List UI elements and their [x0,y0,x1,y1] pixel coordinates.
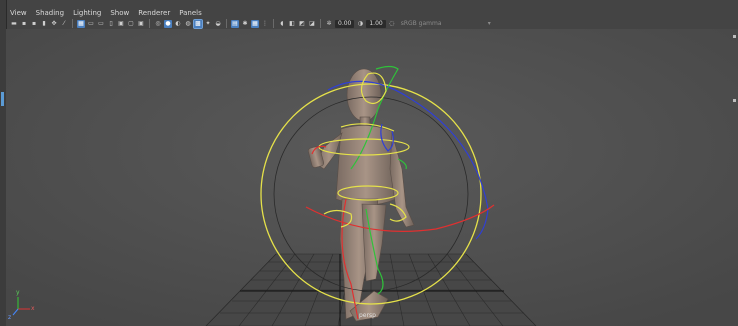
depth-of-field-icon[interactable]: ⋮ [261,20,269,28]
wireframe-on-shaded-icon[interactable]: ◍ [184,20,192,28]
panel-toolbar: ▬ ▪ ▪ ▮ ✥ ⁄ ▦ ▭ ▭ ▯ ▣ ▢ ▣ ◎ ● ◐ ◍ ▩ ✦ ◒ … [6,18,738,29]
exposure-icon[interactable]: ✲ [325,20,333,28]
default-material-icon[interactable]: ◐ [174,20,182,28]
field-chart-icon[interactable]: ▣ [117,20,125,28]
gamma-field[interactable]: 1.00 [366,19,386,28]
toolbar-separator [226,19,227,28]
camera-attributes-icon[interactable]: ▪ [20,20,28,28]
use-all-lights-icon[interactable]: ✦ [204,20,212,28]
gamma-icon[interactable]: ◑ [356,20,364,28]
resolution-gate-icon[interactable]: ▭ [97,20,105,28]
bookmark-icon[interactable]: ▮ [40,20,48,28]
axis-x-label: x [31,305,35,312]
camera-name-label: persp [359,312,376,319]
scrollbar-tick[interactable] [733,99,736,102]
multisample-aa-icon[interactable]: ▦ [251,19,259,28]
viewport-scene [6,29,738,326]
textured-icon[interactable]: ▩ [193,18,203,29]
safe-title-icon[interactable]: ▣ [137,20,145,28]
wireframe-icon[interactable]: ◎ [154,20,162,28]
twod-pan-icon[interactable]: ⁄ [60,20,68,28]
bookmarks-icon[interactable]: ▪ [30,20,38,28]
screen-space-ao-icon[interactable]: ▤ [231,19,239,28]
grid-icon[interactable]: ▦ [77,19,85,28]
maya-viewport-panel: View Shading Lighting Show Renderer Pane… [0,0,738,326]
isolate-select-icon[interactable]: ◖ [278,20,286,28]
smooth-shade-icon[interactable]: ● [164,19,172,28]
toolbar-separator [273,19,274,28]
axis-y-label: y [16,289,20,296]
color-space-dropdown[interactable]: sRGB gamma ▾ [398,20,494,28]
film-gate-icon[interactable]: ▭ [87,20,95,28]
safe-action-icon[interactable]: ▢ [127,20,135,28]
color-space-value: sRGB gamma [400,19,442,27]
exposure-field[interactable]: 0.00 [335,19,355,28]
shadows-icon[interactable]: ◒ [214,20,222,28]
panel-active-marker [1,92,4,106]
gate-mask-icon[interactable]: ▯ [107,20,115,28]
color-management-icon[interactable]: ◌ [388,20,396,28]
3d-viewport[interactable]: x y z persp [6,29,738,326]
toolbar-separator [72,19,73,28]
scrollbar-tick[interactable] [733,35,736,38]
xray-joints-icon[interactable]: ◩ [298,20,306,28]
axis-z-label: z [8,314,12,321]
toolbar-separator [149,19,150,28]
chevron-down-icon: ▾ [487,19,491,27]
image-plane-icon[interactable]: ✥ [50,20,58,28]
xray-active-components-icon[interactable]: ◪ [308,20,316,28]
select-camera-icon[interactable]: ▬ [10,20,18,28]
toolbar-separator [320,19,321,28]
xray-icon[interactable]: ◧ [288,20,296,28]
motion-blur-icon[interactable]: ✱ [241,20,249,28]
